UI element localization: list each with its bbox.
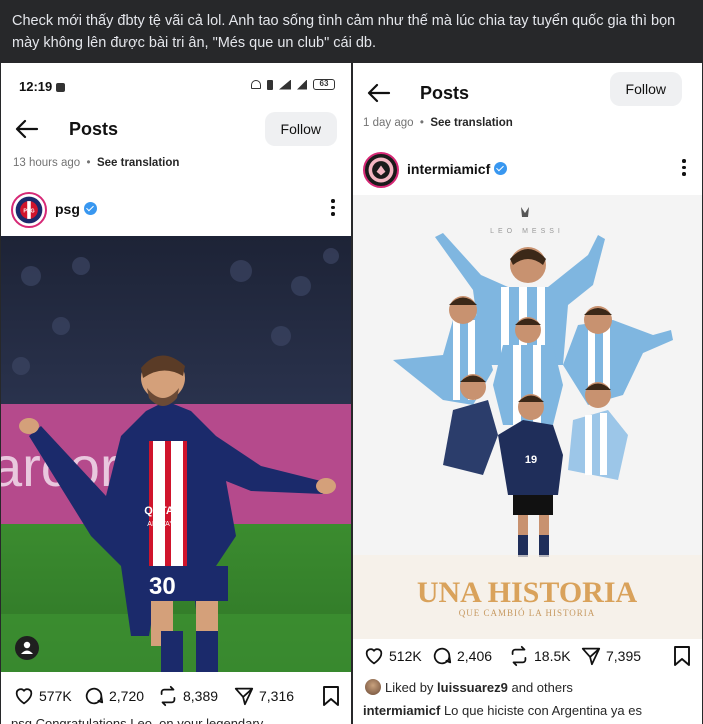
battery-icon: 63	[313, 79, 335, 90]
see-translation-link[interactable]: See translation	[430, 117, 512, 129]
liked-by-line: Liked by luissuarez9 and others	[365, 679, 573, 695]
svg-text:30: 30	[149, 573, 176, 600]
heart-icon	[15, 688, 33, 705]
page-title: Posts	[69, 119, 119, 139]
heart-icon	[365, 648, 383, 665]
post-author-row: PSG psg	[1, 187, 351, 233]
poster-subtitle: QUE CAMBIÓ LA HISTORIA	[459, 608, 596, 618]
caption-line: intermiamicf Lo que hiciste con Argentin…	[363, 703, 642, 718]
svg-text:PSG: PSG	[23, 209, 34, 215]
like-button[interactable]: 512K	[363, 645, 422, 667]
tagged-people-icon[interactable]	[15, 636, 39, 660]
notification-icon	[56, 83, 66, 92]
send-icon	[234, 687, 254, 706]
comment-button[interactable]: 2,406	[431, 645, 492, 667]
intermiami-post-screenshot: Posts Follow 1 day ago • See translation…	[353, 63, 702, 724]
like-button[interactable]: 577K	[13, 685, 72, 707]
more-options-icon[interactable]	[329, 199, 337, 219]
comments-count: 2,720	[109, 688, 145, 704]
comment-icon	[85, 687, 104, 705]
save-button[interactable]	[321, 685, 341, 712]
username[interactable]: psg	[55, 201, 97, 217]
share-button[interactable]: 7,395	[580, 645, 641, 667]
post-time-ago: 1 day ago	[363, 117, 414, 129]
share-button[interactable]: 7,316	[233, 685, 294, 707]
repost-icon	[511, 645, 527, 667]
repost-icon	[160, 685, 176, 707]
svg-text:QATAR: QATAR	[144, 505, 182, 517]
bookmark-icon	[674, 646, 690, 666]
post-actions: 512K 2,406 18.5K 7,395	[353, 641, 702, 671]
post-time-ago: 13 hours ago	[13, 157, 81, 169]
headphones-icon	[251, 80, 261, 89]
post-meta: 1 day ago • See translation	[363, 117, 513, 129]
see-translation-link[interactable]: See translation	[97, 157, 179, 169]
comments-count: 2,406	[457, 648, 493, 664]
status-time: 12:19	[19, 79, 66, 94]
post-actions: 577K 2,720 8,389 7,316	[1, 681, 351, 711]
svg-text:19: 19	[525, 454, 537, 466]
messi-argentina-collage-image: LEO MESSI 19 UNA HISTORIA QUE CAMBIÓ LA …	[353, 195, 702, 639]
intermiami-avatar[interactable]	[363, 152, 399, 188]
poster-title: UNA HISTORIA	[417, 576, 638, 609]
comment-icon	[433, 647, 452, 665]
shares-count: 7,395	[606, 648, 642, 664]
verified-icon	[83, 202, 97, 215]
more-options-icon[interactable]	[680, 159, 688, 179]
username[interactable]: intermiamicf	[407, 161, 508, 177]
reposts-count: 18.5K	[534, 648, 571, 664]
svg-text:AIRWAYS: AIRWAYS	[147, 521, 179, 528]
page-title: Posts	[420, 83, 470, 103]
repost-button[interactable]: 8,389	[157, 685, 218, 707]
reposts-count: 8,389	[183, 688, 219, 704]
shares-count: 7,316	[259, 688, 295, 704]
caption-text: Lo que hiciste con Argentina ya es	[443, 703, 642, 718]
status-icons: 63	[251, 79, 335, 90]
psg-post-screenshot: 12:19 63 Posts Follow 13 hours ago • See…	[1, 63, 351, 724]
caption-cut: psg Congratulations Leo, on your legenda…	[11, 716, 264, 724]
network-4g-icon	[297, 79, 307, 90]
intermiami-poster[interactable]: LEO MESSI 19 UNA HISTORIA QUE CAMBIÓ LA …	[353, 195, 702, 639]
messi-psg-celebration-image: arcord QATAR AIRWAYS 30	[1, 236, 351, 672]
back-arrow-icon[interactable]	[365, 79, 393, 107]
vibrate-icon	[267, 79, 273, 90]
psg-avatar[interactable]: PSG	[11, 192, 47, 228]
likes-count: 512K	[389, 648, 422, 664]
caption-username[interactable]: intermiamicf	[363, 703, 440, 718]
liker-username[interactable]: luissuarez9	[437, 680, 508, 695]
back-arrow-icon[interactable]	[13, 115, 41, 143]
post-author-row: intermiamicf	[353, 147, 702, 193]
repost-button[interactable]: 18.5K	[508, 645, 571, 667]
psg-post-photo[interactable]: arcord QATAR AIRWAYS 30	[1, 236, 351, 672]
verified-icon	[494, 162, 508, 175]
liker-avatar[interactable]	[365, 679, 381, 695]
status-bar: 12:19 63	[1, 63, 351, 107]
comment-button[interactable]: 2,720	[83, 685, 144, 707]
poster-top-text: LEO MESSI	[490, 228, 564, 235]
follow-button[interactable]: Follow	[264, 112, 337, 146]
post-caption-text: Check mới thấy đbty tệ vãi cả lol. Anh t…	[12, 13, 676, 51]
post-meta: 13 hours ago • See translation	[13, 157, 180, 169]
signal-icon	[279, 79, 291, 90]
likes-count: 577K	[39, 688, 72, 704]
save-button[interactable]	[672, 645, 692, 672]
bookmark-icon	[323, 686, 339, 706]
follow-button[interactable]: Follow	[609, 72, 682, 106]
send-icon	[581, 647, 601, 666]
